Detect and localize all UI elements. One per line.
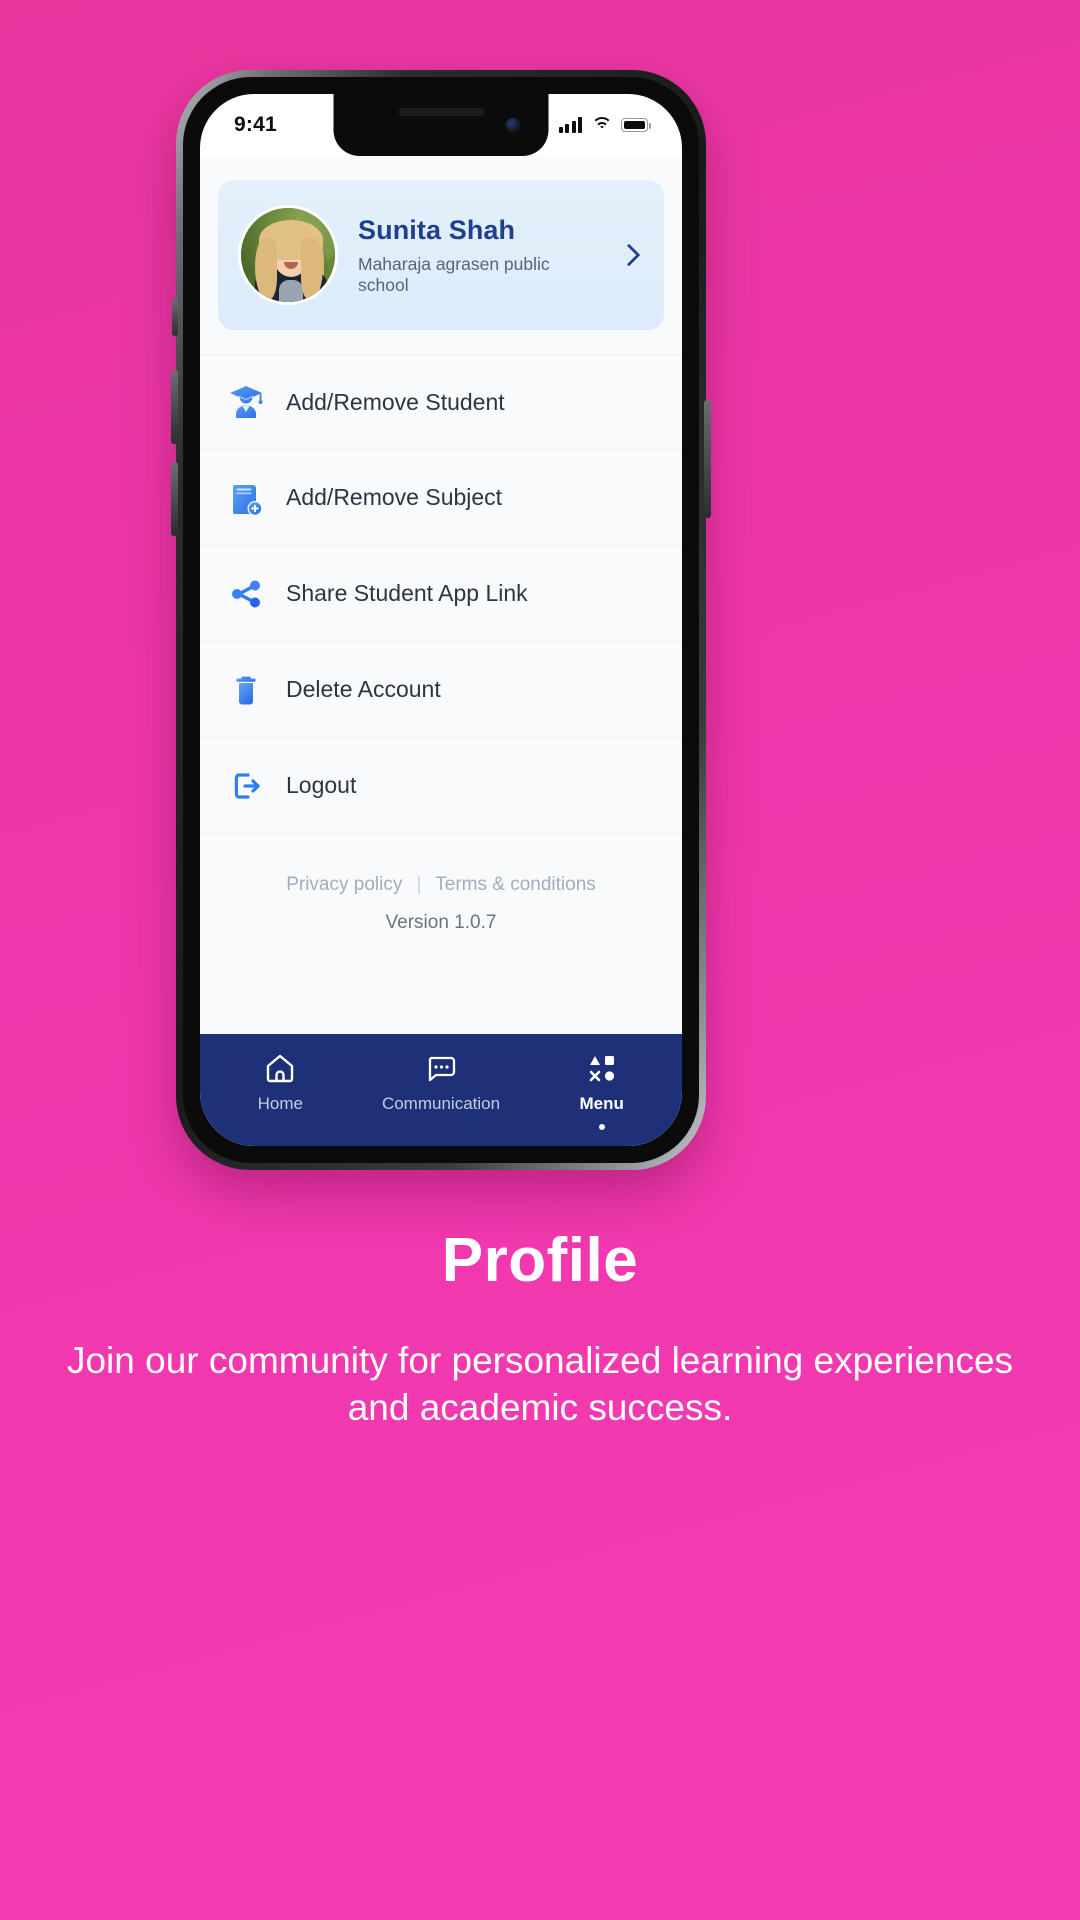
menu-item-label: Logout	[286, 772, 357, 798]
home-icon	[262, 1050, 298, 1086]
nav-item-home[interactable]: Home	[200, 1050, 361, 1114]
volume-down-button[interactable]	[171, 462, 178, 536]
trash-icon	[226, 670, 266, 710]
book-add-icon	[226, 478, 266, 518]
student-graduate-icon	[226, 382, 266, 422]
share-icon	[226, 574, 266, 614]
phone-mockup: 9:41 Sunita Shah Maharaja agrasen public…	[171, 70, 711, 1170]
caption-block: Profile Join our community for personali…	[0, 1225, 1080, 1432]
nav-label: Menu	[579, 1094, 624, 1113]
menu-item-add-remove-subject[interactable]: Add/Remove Subject	[200, 450, 682, 546]
phone-screen: 9:41 Sunita Shah Maharaja agrasen public…	[200, 94, 682, 1146]
menu-item-label: Add/Remove Subject	[286, 484, 503, 510]
profile-text: Sunita Shah Maharaja agrasen public scho…	[358, 215, 598, 296]
profile-school: Maharaja agrasen public school	[358, 253, 550, 295]
profile-card[interactable]: Sunita Shah Maharaja agrasen public scho…	[218, 180, 664, 330]
phone-body: 9:41 Sunita Shah Maharaja agrasen public…	[183, 77, 699, 1163]
menu-item-delete-account[interactable]: Delete Account	[200, 642, 682, 738]
logout-icon	[226, 766, 266, 806]
link-separator: |	[416, 874, 422, 895]
footer-area: Privacy policy | Terms & conditions Vers…	[200, 834, 682, 1034]
battery-icon	[621, 118, 652, 132]
app-version: Version 1.0.7	[385, 912, 497, 933]
caption-subtitle: Join our community for personalized lear…	[66, 1340, 1014, 1428]
avatar	[238, 205, 338, 305]
status-icons	[558, 117, 652, 133]
wifi-icon	[591, 117, 612, 133]
menu-item-label: Share Student App Link	[286, 580, 528, 606]
app-content: Sunita Shah Maharaja agrasen public scho…	[200, 156, 682, 1146]
menu-item-label: Add/Remove Student	[286, 388, 505, 415]
silent-switch[interactable]	[172, 298, 178, 336]
chat-bubble-icon	[423, 1050, 459, 1086]
profile-scroll-area: Sunita Shah Maharaja agrasen public scho…	[200, 156, 682, 1034]
profile-name: Sunita Shah	[358, 214, 516, 245]
footer-links: Privacy policy | Terms & conditions	[200, 874, 682, 896]
menu-item-logout[interactable]: Logout	[200, 738, 682, 834]
terms-conditions-link[interactable]: Terms & conditions	[435, 874, 596, 896]
status-time: 9:41	[234, 113, 277, 136]
volume-up-button[interactable]	[171, 370, 178, 444]
front-camera-icon	[505, 118, 521, 133]
chevron-right-icon[interactable]	[618, 244, 640, 266]
menu-item-label: Delete Account	[286, 676, 441, 702]
caption-title: Profile	[441, 1226, 639, 1295]
nav-label: Home	[257, 1094, 304, 1113]
cellular-signal-icon	[558, 117, 582, 133]
notch	[333, 94, 549, 156]
nav-item-communication[interactable]: Communication	[361, 1050, 522, 1114]
grid-shapes-menu-icon	[584, 1050, 620, 1086]
nav-item-menu[interactable]: Menu	[521, 1050, 682, 1130]
menu-item-share-student-app-link[interactable]: Share Student App Link	[200, 546, 682, 642]
menu-item-add-remove-student[interactable]: Add/Remove Student	[200, 354, 682, 450]
earpiece-speaker	[398, 108, 484, 116]
active-tab-indicator	[598, 1124, 605, 1130]
bottom-navigation: Home Communication Menu	[200, 1034, 682, 1146]
menu-list: Add/Remove Student Add/Remove Subject Sh…	[200, 330, 682, 834]
privacy-policy-link[interactable]: Privacy policy	[286, 874, 402, 896]
power-button[interactable]	[704, 400, 711, 518]
nav-label: Communication	[381, 1094, 501, 1113]
